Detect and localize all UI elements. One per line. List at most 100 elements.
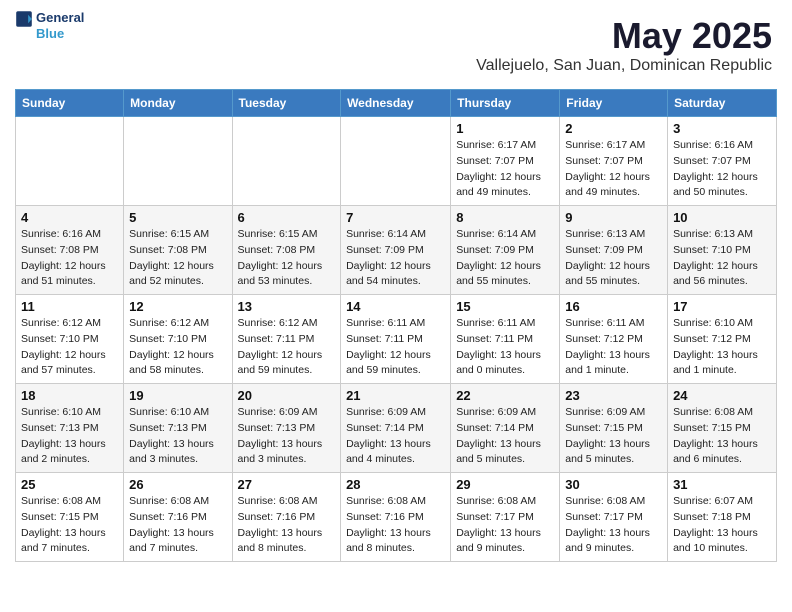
table-row: 28 Sunrise: 6:08 AMSunset: 7:16 PMDayligh… (341, 473, 451, 562)
day-detail: Sunrise: 6:10 AMSunset: 7:12 PMDaylight:… (673, 316, 771, 379)
day-detail: Sunrise: 6:11 AMSunset: 7:11 PMDaylight:… (346, 316, 445, 379)
day-number: 15 (456, 299, 554, 314)
day-detail: Sunrise: 6:13 AMSunset: 7:09 PMDaylight:… (565, 227, 662, 290)
table-row: 27 Sunrise: 6:08 AMSunset: 7:16 PMDayligh… (232, 473, 341, 562)
table-row: 19Sunrise: 6:10 AMSunset: 7:13 PMDayligh… (124, 384, 232, 473)
top-row: General Blue May 2025 Vallejuelo, San Ju… (15, 10, 777, 85)
day-number: 21 (346, 388, 445, 403)
table-row: 13Sunrise: 6:12 AMSunset: 7:11 PMDayligh… (232, 295, 341, 384)
day-detail: Sunrise: 6:16 AMSunset: 7:07 PMDaylight:… (673, 138, 771, 201)
day-number: 1 (456, 121, 554, 136)
table-row (16, 117, 124, 206)
table-row: 3 Sunrise: 6:16 AMSunset: 7:07 PMDaylight… (668, 117, 777, 206)
day-detail: Sunrise: 6:08 AMSunset: 7:16 PMDaylight:… (346, 494, 445, 557)
table-row: 22Sunrise: 6:09 AMSunset: 7:14 PMDayligh… (451, 384, 560, 473)
table-row (124, 117, 232, 206)
header-saturday: Saturday (668, 90, 777, 117)
header-thursday: Thursday (451, 90, 560, 117)
day-detail: Sunrise: 6:10 AMSunset: 7:13 PMDaylight:… (21, 405, 118, 468)
table-row: 11 Sunrise: 6:12 AMSunset: 7:10 PMDayligh… (16, 295, 124, 384)
logo-text-line2: Blue (36, 26, 84, 42)
day-detail: Sunrise: 6:17 AMSunset: 7:07 PMDaylight:… (456, 138, 554, 201)
table-row: 14 Sunrise: 6:11 AMSunset: 7:11 PMDayligh… (341, 295, 451, 384)
table-row: 26Sunrise: 6:08 AMSunset: 7:16 PMDayligh… (124, 473, 232, 562)
table-row: 8 Sunrise: 6:14 AMSunset: 7:09 PMDaylight… (451, 206, 560, 295)
day-detail: Sunrise: 6:15 AMSunset: 7:08 PMDaylight:… (238, 227, 336, 290)
calendar-week-row: 1 Sunrise: 6:17 AMSunset: 7:07 PMDaylight… (16, 117, 777, 206)
day-number: 12 (129, 299, 226, 314)
table-row: 1 Sunrise: 6:17 AMSunset: 7:07 PMDaylight… (451, 117, 560, 206)
day-detail: Sunrise: 6:15 AMSunset: 7:08 PMDaylight:… (129, 227, 226, 290)
day-number: 16 (565, 299, 662, 314)
day-detail: Sunrise: 6:11 AMSunset: 7:11 PMDaylight:… (456, 316, 554, 379)
day-detail: Sunrise: 6:12 AMSunset: 7:10 PMDaylight:… (21, 316, 118, 379)
day-number: 25 (21, 477, 118, 492)
table-row: 23Sunrise: 6:09 AMSunset: 7:15 PMDayligh… (560, 384, 668, 473)
header-tuesday: Tuesday (232, 90, 341, 117)
day-number: 4 (21, 210, 118, 225)
weekday-header-row: Sunday Monday Tuesday Wednesday Thursday… (16, 90, 777, 117)
logo-icon (15, 10, 33, 28)
day-detail: Sunrise: 6:09 AMSunset: 7:15 PMDaylight:… (565, 405, 662, 468)
day-number: 22 (456, 388, 554, 403)
day-detail: Sunrise: 6:09 AMSunset: 7:14 PMDaylight:… (346, 405, 445, 468)
day-detail: Sunrise: 6:16 AMSunset: 7:08 PMDaylight:… (21, 227, 118, 290)
table-row: 18 Sunrise: 6:10 AMSunset: 7:13 PMDayligh… (16, 384, 124, 473)
day-number: 28 (346, 477, 445, 492)
table-row: 4 Sunrise: 6:16 AMSunset: 7:08 PMDaylight… (16, 206, 124, 295)
day-number: 27 (238, 477, 336, 492)
table-row: 17 Sunrise: 6:10 AMSunset: 7:12 PMDayligh… (668, 295, 777, 384)
header-right: May 2025 Vallejuelo, San Juan, Dominican… (476, 10, 777, 85)
day-detail: Sunrise: 6:14 AMSunset: 7:09 PMDaylight:… (346, 227, 445, 290)
day-number: 8 (456, 210, 554, 225)
day-number: 29 (456, 477, 554, 492)
day-detail: Sunrise: 6:08 AMSunset: 7:15 PMDaylight:… (21, 494, 118, 557)
header-wednesday: Wednesday (341, 90, 451, 117)
header-sunday: Sunday (16, 90, 124, 117)
table-row (232, 117, 341, 206)
day-number: 14 (346, 299, 445, 314)
day-number: 24 (673, 388, 771, 403)
table-row: 2 Sunrise: 6:17 AMSunset: 7:07 PMDaylight… (560, 117, 668, 206)
day-number: 10 (673, 210, 771, 225)
table-row: 29 Sunrise: 6:08 AMSunset: 7:17 PMDayligh… (451, 473, 560, 562)
day-detail: Sunrise: 6:12 AMSunset: 7:10 PMDaylight:… (129, 316, 226, 379)
day-detail: Sunrise: 6:08 AMSunset: 7:16 PMDaylight:… (238, 494, 336, 557)
day-number: 9 (565, 210, 662, 225)
day-number: 19 (129, 388, 226, 403)
day-number: 7 (346, 210, 445, 225)
logo-text-line1: General (36, 10, 84, 26)
calendar-week-row: 4 Sunrise: 6:16 AMSunset: 7:08 PMDaylight… (16, 206, 777, 295)
calendar-week-row: 11 Sunrise: 6:12 AMSunset: 7:10 PMDayligh… (16, 295, 777, 384)
day-number: 31 (673, 477, 771, 492)
day-detail: Sunrise: 6:08 AMSunset: 7:17 PMDaylight:… (456, 494, 554, 557)
calendar-subtitle: Vallejuelo, San Juan, Dominican Republic (476, 57, 772, 75)
calendar-week-row: 25 Sunrise: 6:08 AMSunset: 7:15 PMDayligh… (16, 473, 777, 562)
day-detail: Sunrise: 6:14 AMSunset: 7:09 PMDaylight:… (456, 227, 554, 290)
table-row: 15 Sunrise: 6:11 AMSunset: 7:11 PMDayligh… (451, 295, 560, 384)
table-row: 7 Sunrise: 6:14 AMSunset: 7:09 PMDaylight… (341, 206, 451, 295)
table-row: 20 Sunrise: 6:09 AMSunset: 7:13 PMDayligh… (232, 384, 341, 473)
day-number: 18 (21, 388, 118, 403)
day-detail: Sunrise: 6:17 AMSunset: 7:07 PMDaylight:… (565, 138, 662, 201)
day-number: 20 (238, 388, 336, 403)
calendar-week-row: 18 Sunrise: 6:10 AMSunset: 7:13 PMDayligh… (16, 384, 777, 473)
table-row: 24Sunrise: 6:08 AMSunset: 7:15 PMDayligh… (668, 384, 777, 473)
day-detail: Sunrise: 6:09 AMSunset: 7:13 PMDaylight:… (238, 405, 336, 468)
day-number: 17 (673, 299, 771, 314)
table-row: 21 Sunrise: 6:09 AMSunset: 7:14 PMDayligh… (341, 384, 451, 473)
calendar-container: General Blue May 2025 Vallejuelo, San Ju… (0, 0, 792, 577)
day-detail: Sunrise: 6:12 AMSunset: 7:11 PMDaylight:… (238, 316, 336, 379)
day-number: 2 (565, 121, 662, 136)
table-row: 9 Sunrise: 6:13 AMSunset: 7:09 PMDaylight… (560, 206, 668, 295)
calendar-title: May 2025 (476, 15, 772, 57)
day-number: 3 (673, 121, 771, 136)
day-number: 30 (565, 477, 662, 492)
table-row (341, 117, 451, 206)
day-number: 11 (21, 299, 118, 314)
table-row: 30 Sunrise: 6:08 AMSunset: 7:17 PMDayligh… (560, 473, 668, 562)
day-number: 5 (129, 210, 226, 225)
day-detail: Sunrise: 6:08 AMSunset: 7:17 PMDaylight:… (565, 494, 662, 557)
table-row: 5 Sunrise: 6:15 AMSunset: 7:08 PMDaylight… (124, 206, 232, 295)
table-row: 25 Sunrise: 6:08 AMSunset: 7:15 PMDayligh… (16, 473, 124, 562)
